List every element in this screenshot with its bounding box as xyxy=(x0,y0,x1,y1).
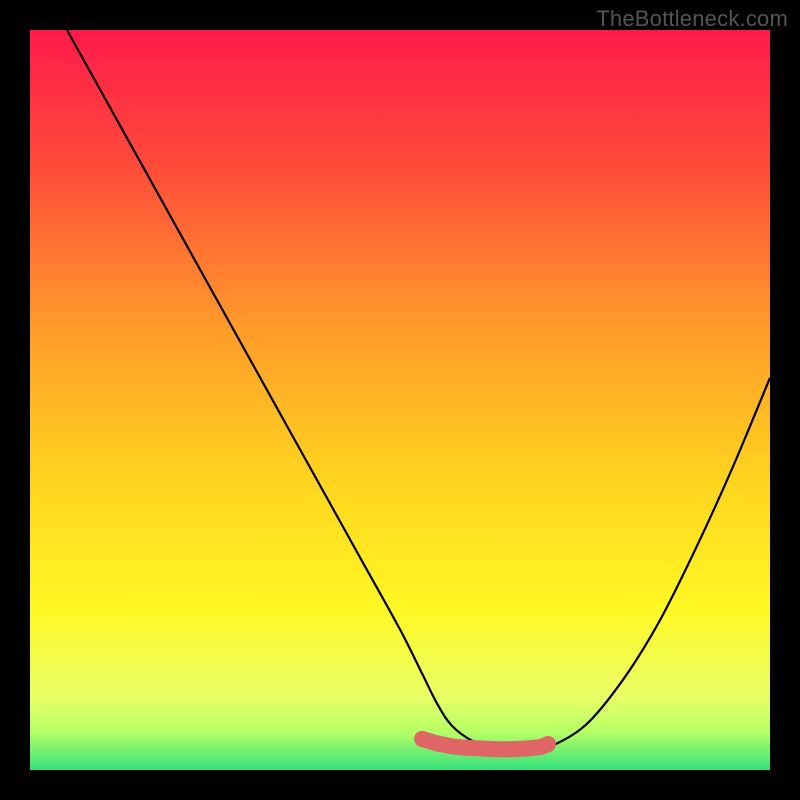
plot-area xyxy=(30,30,770,770)
optimal-band-dot xyxy=(503,741,519,757)
optimal-band-dot xyxy=(488,741,504,757)
optimal-band-dot xyxy=(459,740,475,756)
bottleneck-curve xyxy=(67,30,770,752)
optimal-band-dot xyxy=(414,731,430,747)
watermark-text: TheBottleneck.com xyxy=(596,6,788,32)
end-dot-icon xyxy=(542,738,554,750)
optimal-band-dot xyxy=(473,741,489,757)
optimal-band-dot xyxy=(429,735,445,751)
optimal-band-dot xyxy=(518,741,534,757)
optimal-range-band xyxy=(414,731,556,757)
chart-frame: TheBottleneck.com xyxy=(0,0,800,800)
optimal-band-dot xyxy=(444,738,460,754)
curve-layer xyxy=(30,30,770,770)
